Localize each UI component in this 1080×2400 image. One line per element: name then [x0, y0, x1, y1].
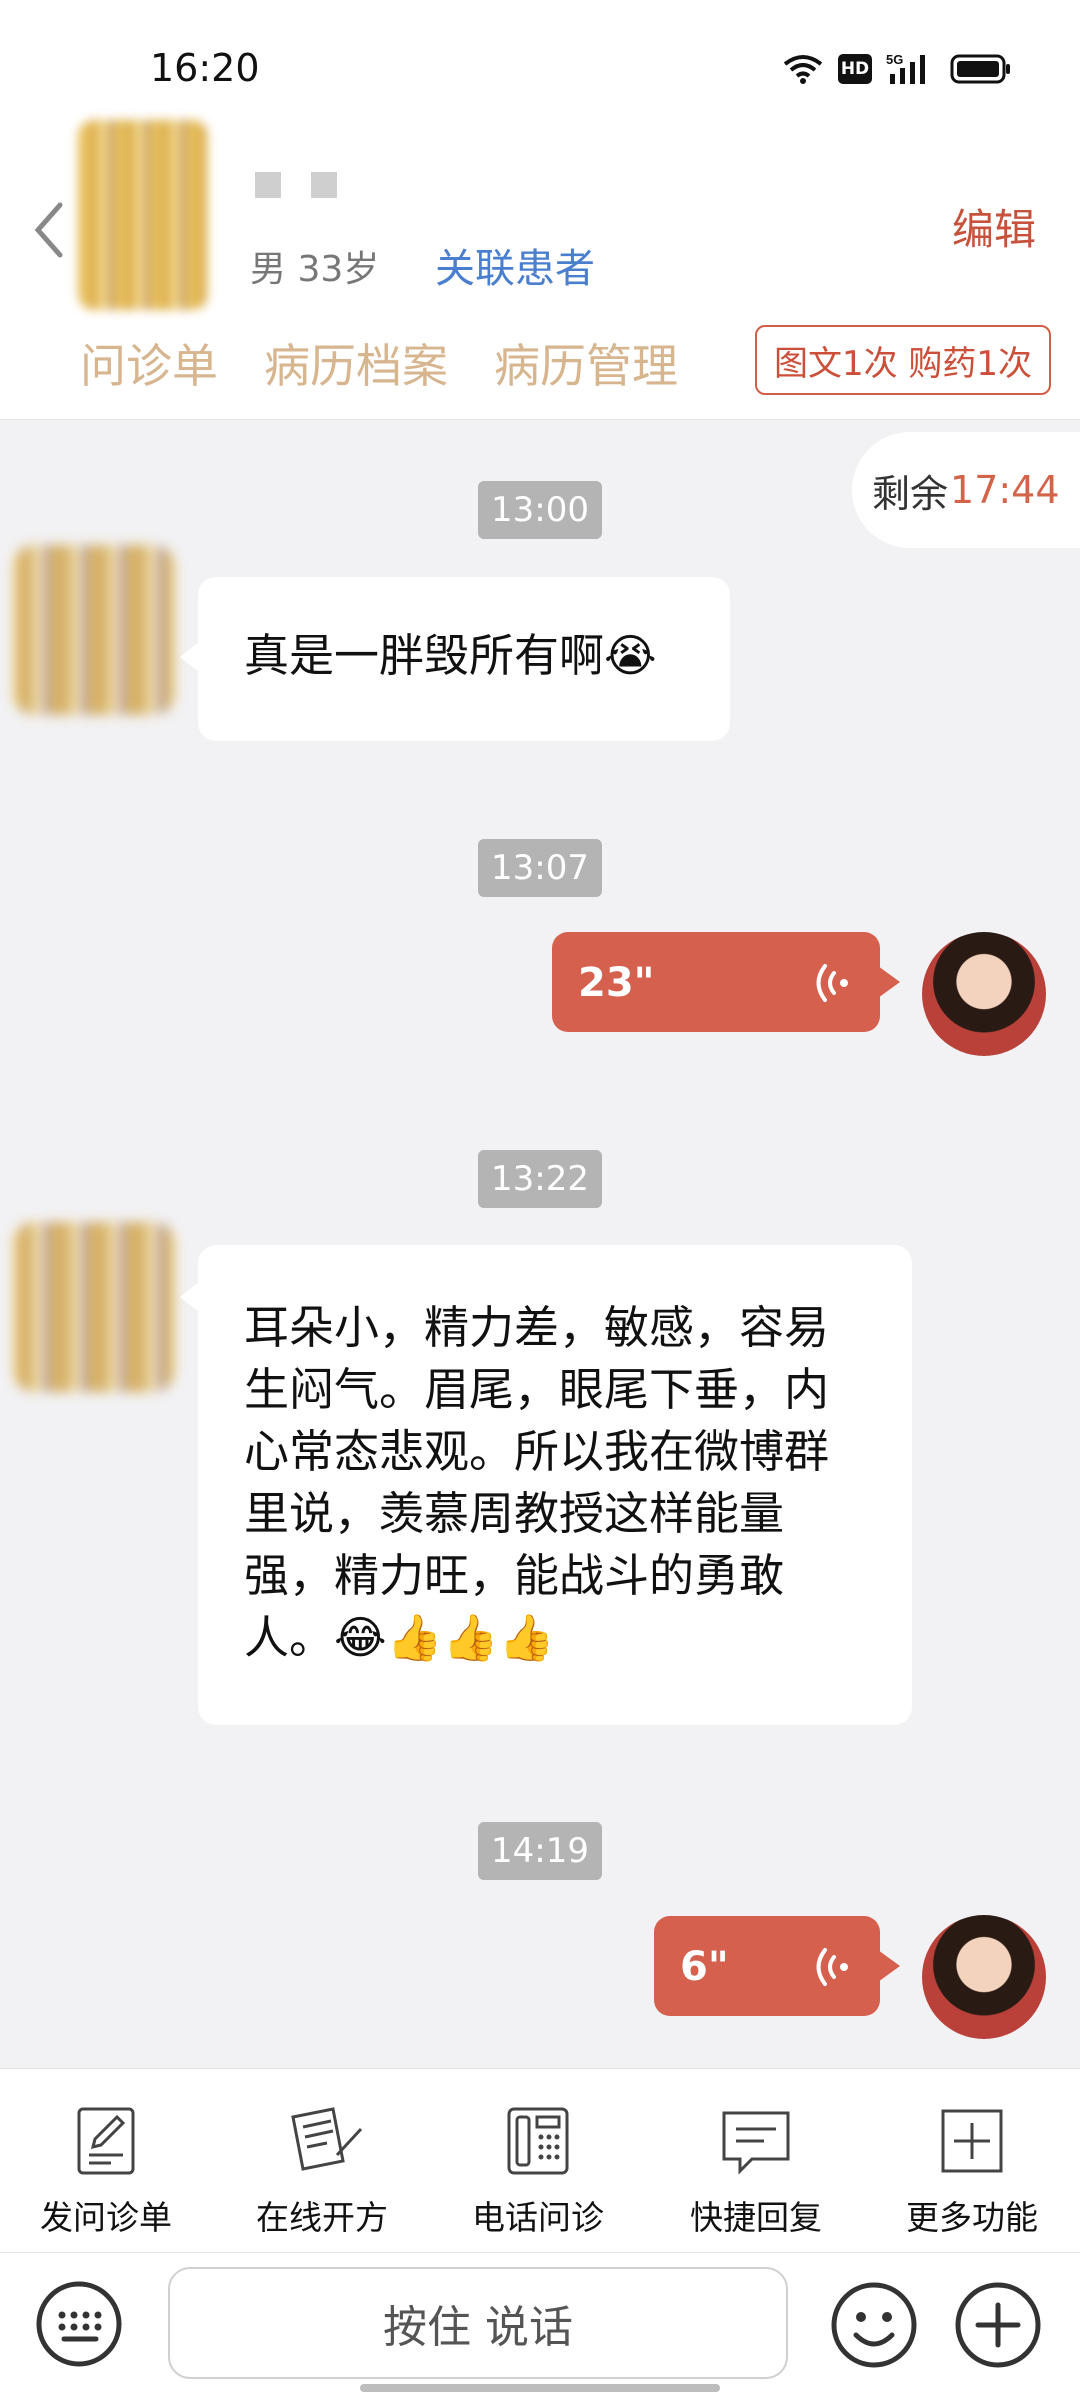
- patient-message[interactable]: 耳朵小，精力差，敏感，容易 生闷气。眉尾，眼尾下垂，内 心常态悲观。所以我在微博…: [180, 1245, 912, 1725]
- home-indicator[interactable]: [360, 2384, 720, 2392]
- more-plus-icon: [941, 2109, 1003, 2173]
- battery-icon: [950, 54, 1010, 84]
- chat-header: 男 33岁 关联患者 编辑 问诊单 病历档案 病历管理 图文1次 购药1次: [0, 120, 1080, 420]
- edit-button[interactable]: 编辑: [952, 196, 1036, 257]
- more-functions-button[interactable]: 更多功能: [882, 2103, 1062, 2239]
- patient-message[interactable]: 真是一胖毁所有啊😭: [180, 577, 730, 741]
- phone-consult-button[interactable]: 电话问诊: [448, 2103, 628, 2239]
- patient-chat-avatar[interactable]: [14, 1222, 174, 1392]
- quick-reply-icon: [722, 2111, 790, 2175]
- tab-record-management[interactable]: 病历管理: [494, 330, 678, 396]
- signal-icon: 5G: [886, 52, 925, 84]
- voice-wave-icon: [816, 1948, 848, 1986]
- status-time: 16:20: [150, 46, 260, 90]
- back-arrow-icon[interactable]: [30, 195, 70, 265]
- remaining-time-badge: 剩余 17:44: [852, 432, 1080, 548]
- message-line: 人。😂👍👍👍: [244, 1611, 555, 1664]
- form-edit-icon: [77, 2107, 135, 2175]
- tab-medical-record[interactable]: 病历档案: [264, 330, 448, 396]
- message-line: 强，精力旺，能战斗的勇敢: [244, 1549, 785, 1602]
- status-bar: 16:20 HD 5G: [0, 0, 1080, 120]
- patient-chat-avatar[interactable]: [14, 545, 174, 715]
- timestamp: 14:19: [478, 1822, 602, 1880]
- online-prescription-button[interactable]: 在线开方: [232, 2103, 412, 2239]
- message-line: 耳朵小，精力差，敏感，容易: [244, 1301, 830, 1354]
- message-line: 心常态悲观。所以我在微博群: [244, 1425, 830, 1478]
- patient-avatar[interactable]: [78, 120, 208, 310]
- status-icons: HD 5G: [782, 52, 1012, 86]
- doctor-avatar[interactable]: [922, 1915, 1046, 2039]
- emoji-icon[interactable]: [828, 2279, 920, 2371]
- doctor-avatar[interactable]: [922, 932, 1046, 1056]
- patient-name-redacted: [255, 172, 337, 198]
- header-tabs: 问诊单 病历档案 病历管理: [80, 330, 678, 396]
- message-text: 真是一胖毁所有啊😭: [244, 629, 657, 682]
- voice-wave-icon: [816, 964, 848, 1002]
- phone-icon: [507, 2107, 569, 2175]
- link-patient-link[interactable]: 关联患者: [435, 236, 595, 294]
- wifi-icon: [783, 55, 823, 84]
- voice-duration: 6": [680, 1944, 729, 1990]
- function-toolbar: 发问诊单 在线开方 电话问诊 快捷回复 更多功能: [0, 2068, 1080, 2252]
- keyboard-icon[interactable]: [34, 2279, 124, 2369]
- toolbar-label: 更多功能: [906, 2198, 1038, 2237]
- quick-reply-button[interactable]: 快捷回复: [666, 2103, 846, 2239]
- hold-to-talk-button[interactable]: 按住 说话: [168, 2267, 788, 2379]
- plus-icon[interactable]: [952, 2279, 1044, 2371]
- hd-icon: HD: [838, 54, 872, 84]
- toolbar-label: 发问诊单: [40, 2198, 172, 2237]
- patient-gender-age: 男 33岁: [250, 249, 380, 290]
- voice-duration: 23": [578, 960, 655, 1006]
- timestamp: 13:07: [478, 839, 602, 897]
- doctor-voice-message[interactable]: 23": [552, 932, 900, 1032]
- toolbar-label: 快捷回复: [690, 2198, 822, 2237]
- toolbar-label: 在线开方: [256, 2198, 388, 2237]
- toolbar-label: 电话问诊: [472, 2198, 604, 2237]
- message-line: 生闷气。眉尾，眼尾下垂，内: [244, 1363, 830, 1416]
- input-bar: 按住 说话: [0, 2252, 1080, 2400]
- timestamp: 13:22: [478, 1150, 602, 1208]
- prescription-icon: [291, 2107, 363, 2171]
- remaining-countdown: 17:44: [950, 468, 1060, 512]
- tab-consult-form[interactable]: 问诊单: [80, 330, 218, 396]
- service-usage-badge[interactable]: 图文1次 购药1次: [755, 325, 1051, 395]
- message-line: 里说，羡慕周教授这样能量: [244, 1487, 785, 1540]
- doctor-voice-message[interactable]: 6": [654, 1916, 900, 2016]
- network-label: 5G: [886, 52, 903, 67]
- send-consult-form-button[interactable]: 发问诊单: [16, 2103, 196, 2239]
- remaining-label: 剩余: [872, 471, 949, 516]
- timestamp: 13:00: [478, 481, 602, 539]
